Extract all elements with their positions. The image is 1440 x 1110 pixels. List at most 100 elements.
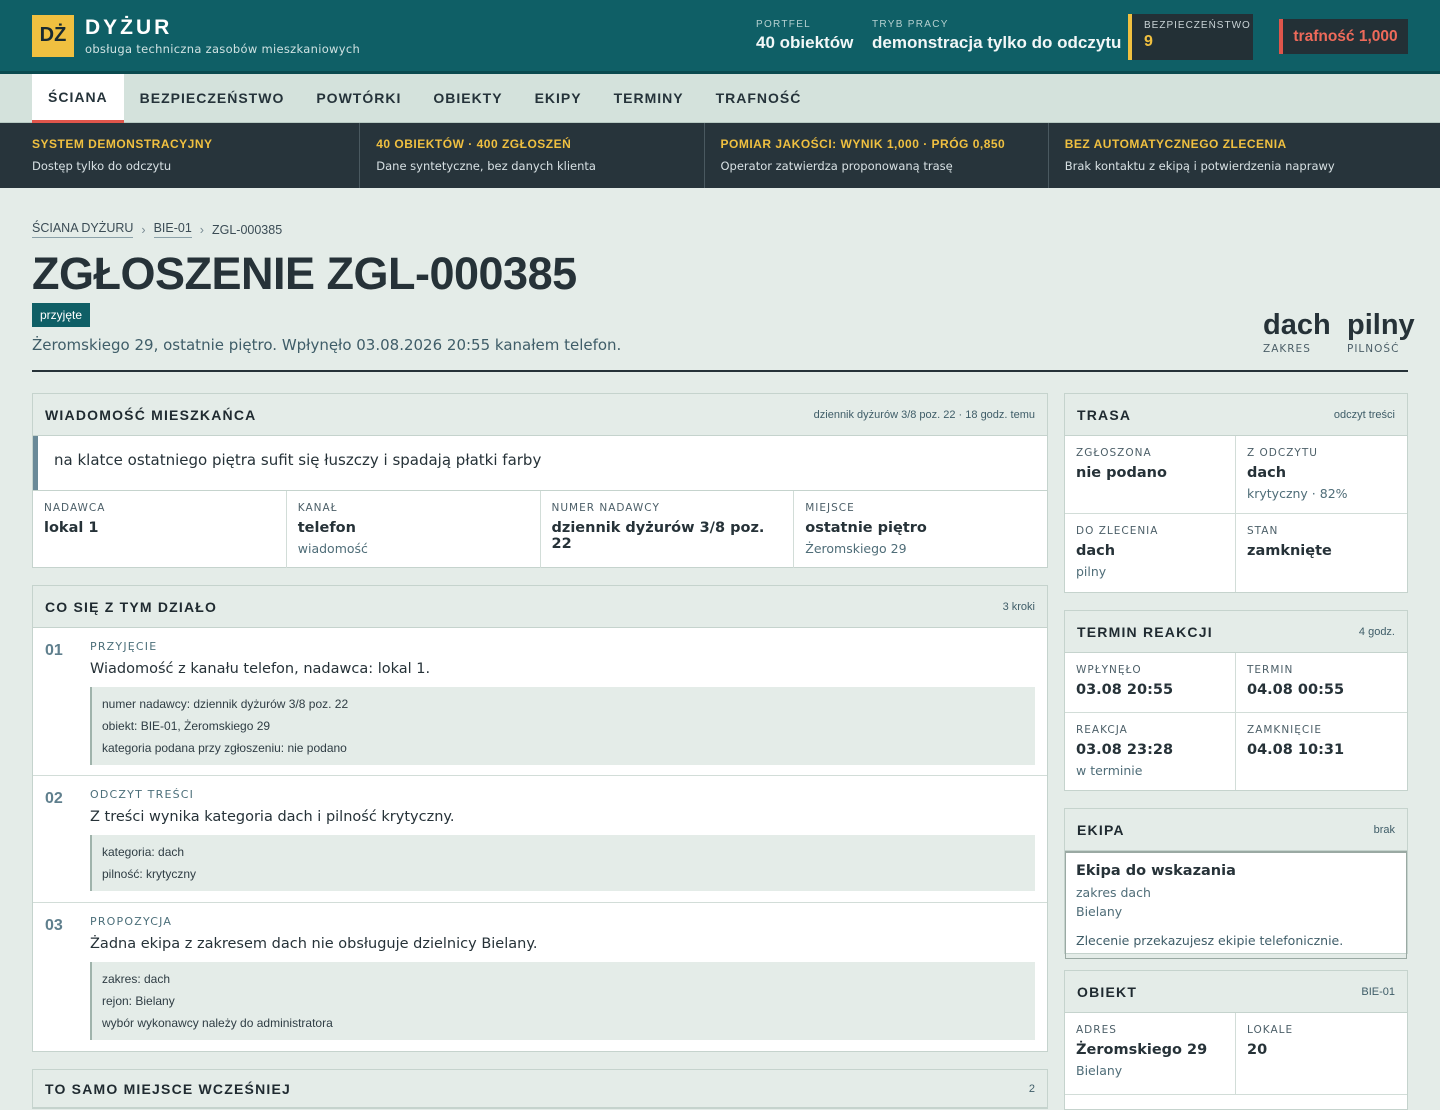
panel-title: TO SAMO MIEJSCE WCZEŚNIEJ <box>45 1080 291 1097</box>
panel-meta: 2 <box>1028 1082 1035 1095</box>
urgency-stat: pilny PILNOŚĆ <box>1347 309 1415 355</box>
breadcrumb-wall[interactable]: ŚCIANA DYŻURU <box>32 221 134 238</box>
panel-header: OBIEKT BIE-01 <box>1065 971 1407 1013</box>
step-detail: kategoria podana przy zgłoszeniu: nie po… <box>102 741 347 755</box>
route-reported: ZGŁOSZONA nie podano <box>1065 436 1236 514</box>
route-to-order: DO ZLECENIA dach pilny <box>1065 514 1236 592</box>
panel-title: TRASA <box>1077 406 1132 423</box>
field-value: lokal 1 <box>44 520 99 536</box>
step-detail: wybór wykonawcy należy do administratora <box>102 1016 333 1030</box>
tab-deadlines[interactable]: TERMINY <box>598 74 700 122</box>
app-subtitle: obsługa techniczna zasobów mieszkaniowyc… <box>85 41 361 56</box>
info-title: 40 OBIEKTÓW · 400 ZGŁOSZEŃ <box>376 137 572 151</box>
cell-value: 03.08 20:55 <box>1076 682 1174 698</box>
cell-value: 20 <box>1247 1042 1268 1058</box>
cell-label: LOKALE <box>1247 1024 1294 1036</box>
tab-safety[interactable]: BEZPIECZEŃSTWO <box>124 74 301 122</box>
breadcrumb-object[interactable]: BIE-01 <box>153 221 192 238</box>
chevron-right-icon: › <box>199 222 204 237</box>
field-value: ostatnie piętro <box>805 520 927 536</box>
info-quality: POMIAR JAKOŚCI: WYNIK 1,000 · PRÓG 0,850… <box>721 123 1049 188</box>
panel-title: TERMIN REAKCJI <box>1077 623 1213 640</box>
accuracy-badge[interactable]: trafność 1,000 <box>1279 19 1408 54</box>
scope-stat: dach ZAKRES <box>1263 309 1331 355</box>
earlier-reports-panel: TO SAMO MIEJSCE WCZEŚNIEJ 2 <box>32 1069 1048 1109</box>
status-badge: przyjęte <box>32 303 91 327</box>
field-location: MIEJSCE ostatnie piętro Żeromskiego 29 <box>794 491 1047 568</box>
panel-meta: 3 kroki <box>1002 600 1035 613</box>
portfolio-stat: PORTFEL 40 obiektów <box>756 19 853 53</box>
cell-label: REAKCJA <box>1076 724 1128 736</box>
info-title: POMIAR JAKOŚCI: WYNIK 1,000 · PRÓG 0,850 <box>720 137 1006 151</box>
scope-label: ZAKRES <box>1263 343 1311 355</box>
field-label: KANAŁ <box>297 502 338 514</box>
breadcrumb: ŚCIANA DYŻURU › BIE-01 › ZGL-000385 <box>32 221 282 238</box>
building-panel: OBIEKT BIE-01 ADRES Żeromskiego 29 Biela… <box>1064 970 1408 1110</box>
building-grid: ADRES Żeromskiego 29 Bielany LOKALE 20 <box>1065 1013 1407 1095</box>
step-number: 02 <box>45 790 63 807</box>
field-sender-number: NUMER NADAWCY dziennik dyżurów 3/8 poz. … <box>541 491 795 568</box>
cell-value: nie podano <box>1076 465 1167 481</box>
info-no-auto-order: BEZ AUTOMATYCZNEGO ZLECENIA Brak kontakt… <box>1065 123 1392 188</box>
panel-header: TERMIN REAKCJI 4 godz. <box>1065 611 1407 653</box>
field-value: telefon <box>297 520 356 536</box>
field-value: dziennik dyżurów 3/8 poz. 22 <box>551 520 765 552</box>
deadline-received: WPŁYNĘŁO 03.08 20:55 <box>1065 653 1236 713</box>
building-address: ADRES Żeromskiego 29 Bielany <box>1065 1013 1236 1095</box>
mode-stat: TRYB PRACY demonstracja tylko do odczytu <box>872 19 1121 53</box>
brand: DYŻUR obsługa techniczna zasobów mieszka… <box>85 16 360 56</box>
history-panel: CO SIĘ Z TYM DZIAŁO 3 kroki 01 PRZYJĘCIE… <box>32 585 1048 1052</box>
breadcrumb-current: ZGL-000385 <box>211 222 283 237</box>
info-dataset: 40 OBIEKTÓW · 400 ZGŁOSZEŃ Dane syntetyc… <box>376 123 705 188</box>
cell-value: 04.08 10:31 <box>1247 742 1345 758</box>
panel-header: TRASA odczyt treści <box>1065 394 1407 436</box>
cell-label: ZGŁOSZONA <box>1076 447 1152 459</box>
tab-crews[interactable]: EKIPY <box>519 74 598 122</box>
panel-header: WIADOMOŚĆ MIESZKAŃCA dziennik dyżurów 3/… <box>33 394 1047 436</box>
step-number: 03 <box>45 917 63 934</box>
field-channel: KANAŁ telefon wiadomość <box>287 491 541 568</box>
info-desc: Brak kontaktu z ekipą i potwierdzenia na… <box>1064 159 1335 173</box>
info-desc: Operator zatwierdza proponowaną trasę <box>720 159 953 173</box>
route-state: STAN zamknięte <box>1236 514 1407 592</box>
cell-sub: pilny <box>1076 564 1107 579</box>
route-panel: TRASA odczyt treści ZGŁOSZONA nie podano… <box>1064 393 1408 593</box>
panel-header[interactable]: TO SAMO MIEJSCE WCZEŚNIEJ 2 <box>33 1070 1047 1108</box>
panel-title: EKIPA <box>1077 821 1125 838</box>
cell-label: WPŁYNĘŁO <box>1076 664 1142 676</box>
crew-scope: zakres dach <box>1076 885 1151 900</box>
app-logo[interactable]: DŻ <box>32 14 74 57</box>
tab-objects[interactable]: OBIEKTY <box>417 74 518 122</box>
tab-accuracy[interactable]: TRAFNOŚĆ <box>700 74 818 122</box>
report-summary: Żeromskiego 29, ostatnie piętro. Wpłynęł… <box>32 336 622 354</box>
step-detail: pilność: krytyczny <box>102 867 197 881</box>
crew-panel: EKIPA brak Ekipa do wskazania zakres dac… <box>1064 808 1408 959</box>
message-quote: na klatce ostatniego piętra sufit się łu… <box>33 436 1047 490</box>
panel-title: CO SIĘ Z TYM DZIAŁO <box>45 598 218 615</box>
cell-sub: Bielany <box>1076 1063 1123 1078</box>
step-details: numer nadawcy: dziennik dyżurów 3/8 poz.… <box>90 687 1035 765</box>
safety-indicator[interactable]: BEZPIECZEŃSTWO 9 <box>1128 14 1253 60</box>
info-desc: Dane syntetyczne, bez danych klienta <box>376 159 596 173</box>
deadline-due: TERMIN 04.08 00:55 <box>1236 653 1407 713</box>
chevron-right-icon: › <box>141 222 146 237</box>
cell-value: zamknięte <box>1247 543 1332 559</box>
field-sub: wiadomość <box>297 541 368 556</box>
step-text: Wiadomość z kanału telefon, nadawca: lok… <box>90 661 431 677</box>
step-detail: kategoria: dach <box>102 845 185 859</box>
crew-note: Zlecenie przekazujesz ekipie telefoniczn… <box>1076 933 1344 948</box>
tab-wall[interactable]: ŚCIANA <box>32 74 124 123</box>
panel-meta: 4 godz. <box>1358 625 1395 638</box>
urgency-value: pilny <box>1347 309 1415 341</box>
crew-card[interactable]: Ekipa do wskazania zakres dach Bielany Z… <box>1065 851 1407 959</box>
field-label: NUMER NADAWCY <box>551 502 660 514</box>
info-title: SYSTEM DEMONSTRACYJNY <box>32 137 213 151</box>
crew-name: Ekipa do wskazania <box>1076 863 1236 879</box>
panel-meta: odczyt treści <box>1333 408 1395 421</box>
tab-repeats[interactable]: POWTÓRKI <box>300 74 417 122</box>
field-label: NADAWCA <box>44 502 106 514</box>
safety-value: 9 <box>1144 33 1153 50</box>
cell-value: dach <box>1076 543 1116 559</box>
panel-meta: brak <box>1373 823 1395 836</box>
panel-title: WIADOMOŚĆ MIESZKAŃCA <box>45 406 257 423</box>
